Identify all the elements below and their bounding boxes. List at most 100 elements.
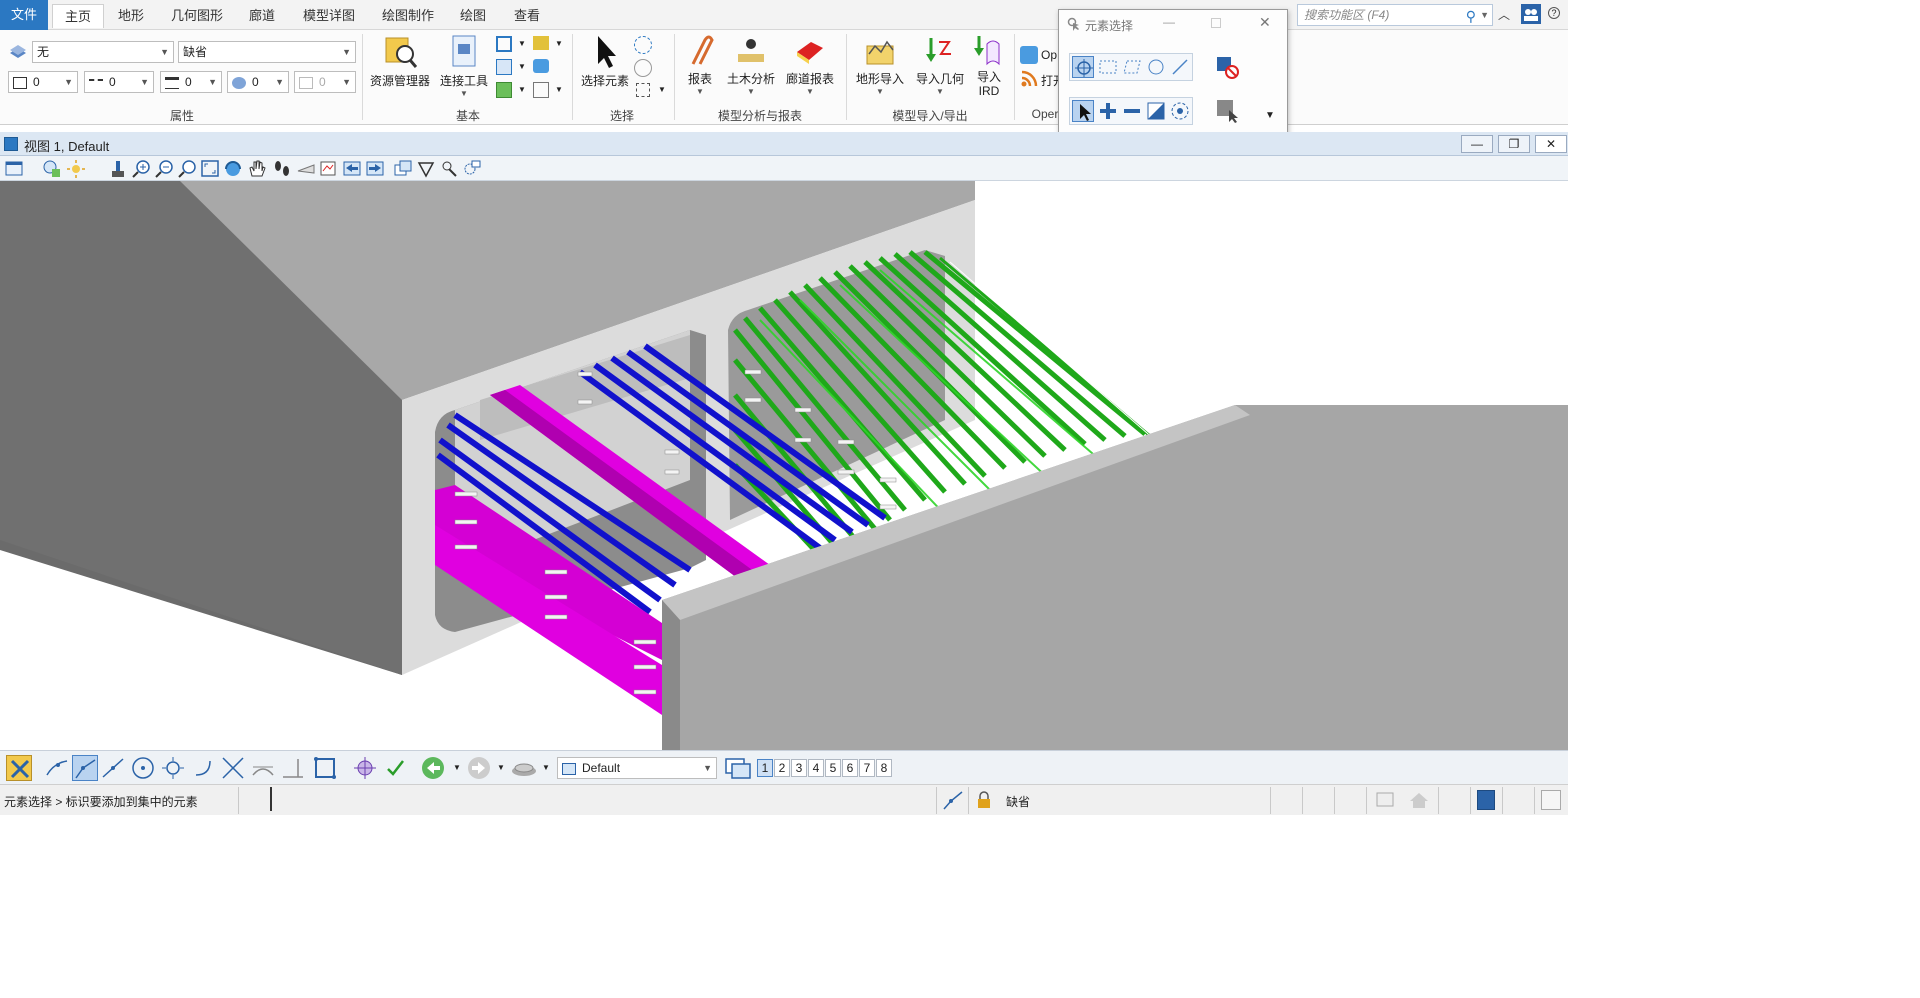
intersection-snap-icon[interactable] bbox=[220, 755, 246, 781]
clip-volume-icon[interactable] bbox=[416, 159, 436, 178]
view-4-button[interactable]: 4 bbox=[808, 759, 824, 777]
message-center-icon[interactable] bbox=[1374, 790, 1396, 810]
priority-select[interactable]: 0 ▼ bbox=[294, 71, 356, 93]
chevron-down-icon[interactable]: ▼ bbox=[436, 89, 492, 98]
minimize-icon[interactable]: — bbox=[1163, 15, 1175, 29]
corridor-reports-button[interactable]: 廊道报表 ▼ bbox=[782, 34, 838, 96]
view-1-button[interactable]: 1 bbox=[757, 759, 773, 777]
subtract-mode-icon[interactable] bbox=[1121, 100, 1143, 122]
lock-icon[interactable] bbox=[976, 791, 992, 809]
new-mode-icon[interactable] bbox=[1072, 100, 1094, 122]
display-styles-icon[interactable] bbox=[496, 82, 512, 98]
chevron-down-icon[interactable]: ▼ bbox=[1480, 5, 1489, 25]
bisector-snap-icon[interactable] bbox=[190, 755, 216, 781]
midpoint-snap-icon[interactable] bbox=[100, 755, 126, 781]
select-by-attributes-icon[interactable] bbox=[1215, 98, 1238, 123]
chevron-down-icon[interactable]: ▼ bbox=[852, 87, 908, 96]
chevron-down-icon[interactable]: ▼ bbox=[555, 85, 563, 94]
view-previous-icon[interactable] bbox=[296, 159, 316, 178]
nearest-snap-icon[interactable] bbox=[44, 755, 70, 781]
center-snap-icon[interactable] bbox=[130, 755, 156, 781]
accudraw-icon[interactable] bbox=[352, 755, 378, 781]
tab-terrain[interactable]: 地形 bbox=[106, 4, 156, 28]
search-icon[interactable]: ⚲ bbox=[1466, 6, 1476, 26]
tab-geometry[interactable]: 几何图形 bbox=[159, 4, 235, 28]
tab-model-detailing[interactable]: 模型详图 bbox=[291, 4, 367, 28]
tab-corridor[interactable]: 廊道 bbox=[237, 4, 287, 28]
invert-mode-icon[interactable] bbox=[1145, 100, 1167, 122]
help-icon[interactable]: ? bbox=[1548, 7, 1560, 19]
fence-icon[interactable] bbox=[636, 83, 650, 97]
resource-manager-button[interactable]: 资源管理器 bbox=[368, 34, 432, 89]
select-all-icon[interactable] bbox=[634, 36, 652, 54]
clear-selection-icon[interactable] bbox=[1215, 55, 1239, 79]
chevron-down-icon[interactable]: ▼ bbox=[542, 763, 550, 772]
back-arrow-icon[interactable] bbox=[420, 755, 446, 781]
terrain-import-button[interactable]: 地形导入 ▼ bbox=[852, 34, 908, 96]
walk-icon[interactable] bbox=[272, 159, 292, 178]
check-tool-icon[interactable] bbox=[382, 755, 408, 781]
view-groups-icon[interactable] bbox=[724, 755, 751, 781]
chevron-down-icon[interactable]: ▼ bbox=[518, 62, 526, 71]
reports-button[interactable]: 报表 ▼ bbox=[680, 34, 720, 96]
rss-icon[interactable] bbox=[1020, 70, 1038, 88]
view-6-button[interactable]: 6 bbox=[842, 759, 858, 777]
home-icon[interactable] bbox=[1408, 790, 1430, 810]
weight-select[interactable]: 0 ▼ bbox=[160, 71, 222, 93]
tangent-snap-icon[interactable] bbox=[250, 755, 276, 781]
tab-drawing[interactable]: 绘图 bbox=[448, 4, 498, 28]
forward-arrow-icon[interactable] bbox=[466, 755, 492, 781]
view-2-button[interactable]: 2 bbox=[774, 759, 790, 777]
circle-method-icon[interactable] bbox=[1145, 56, 1167, 78]
references-icon[interactable] bbox=[496, 59, 512, 75]
snap-mode-status-icon[interactable] bbox=[942, 789, 964, 811]
open-roads-icon[interactable] bbox=[1020, 46, 1038, 64]
chevron-down-icon[interactable]: ▼ bbox=[912, 87, 968, 96]
civil-analysis-button[interactable]: 土木分析 ▼ bbox=[724, 34, 778, 96]
models-icon[interactable] bbox=[496, 36, 512, 52]
copy-view-icon[interactable] bbox=[393, 159, 413, 178]
pan-view-icon[interactable] bbox=[246, 159, 266, 178]
block-method-icon[interactable] bbox=[1097, 56, 1119, 78]
collapse-ribbon-icon[interactable]: ︿ bbox=[1498, 6, 1510, 23]
tab-view[interactable]: 查看 bbox=[502, 4, 552, 28]
rotate-view-icon[interactable] bbox=[223, 159, 243, 178]
element-selection-dialog[interactable]: 元素选择 — ✕ ▼ bbox=[1058, 9, 1288, 136]
origin-snap-icon[interactable] bbox=[160, 755, 186, 781]
linestyle-select[interactable]: 0 ▼ bbox=[84, 71, 154, 93]
window-area-icon[interactable] bbox=[178, 159, 198, 178]
transparency-select[interactable]: 0 ▼ bbox=[227, 71, 289, 93]
chevron-down-icon[interactable]: ▼ bbox=[724, 87, 778, 96]
previous-arrow-icon[interactable] bbox=[342, 159, 362, 178]
zoom-in-icon[interactable] bbox=[132, 159, 152, 178]
next-arrow-icon[interactable] bbox=[365, 159, 385, 178]
lighting-icon[interactable] bbox=[66, 159, 86, 178]
chevron-down-icon[interactable]: ▼ bbox=[518, 85, 526, 94]
select-all-mode-icon[interactable] bbox=[1169, 100, 1191, 122]
ribbon-search-input[interactable]: 搜索功能区 (F4) ⚲ ▼ bbox=[1297, 4, 1493, 26]
view-7-button[interactable]: 7 bbox=[859, 759, 875, 777]
view-3-button[interactable]: 3 bbox=[791, 759, 807, 777]
chevron-down-icon[interactable]: ▼ bbox=[782, 87, 838, 96]
view-attributes-icon[interactable] bbox=[4, 159, 24, 178]
view-next-icon[interactable] bbox=[318, 159, 338, 178]
chevron-down-icon[interactable]: ▼ bbox=[453, 763, 461, 772]
grid-icon[interactable] bbox=[533, 82, 549, 98]
raster-icon[interactable] bbox=[533, 59, 549, 73]
display-style-icon[interactable] bbox=[42, 159, 62, 178]
design-file-icon[interactable] bbox=[1541, 790, 1561, 810]
keypoint-snap-icon[interactable] bbox=[72, 755, 98, 781]
view-minimize-button[interactable]: — bbox=[1461, 135, 1493, 153]
chevron-down-icon[interactable]: ▼ bbox=[518, 39, 526, 48]
individual-method-icon[interactable] bbox=[1072, 56, 1094, 78]
add-mode-icon[interactable] bbox=[1097, 100, 1119, 122]
circle-select-icon[interactable] bbox=[634, 59, 652, 77]
tab-drawing-production[interactable]: 绘图制作 bbox=[370, 4, 446, 28]
user-icon[interactable] bbox=[1521, 4, 1541, 24]
view-8-button[interactable]: 8 bbox=[876, 759, 892, 777]
open-label-1[interactable]: Op bbox=[1041, 48, 1057, 62]
attach-tools-button[interactable]: 连接工具 ▼ bbox=[436, 34, 492, 98]
view-close-button[interactable]: ✕ bbox=[1535, 135, 1567, 153]
line-method-icon[interactable] bbox=[1169, 56, 1191, 78]
expand-dialog-icon[interactable]: ▼ bbox=[1265, 110, 1275, 121]
